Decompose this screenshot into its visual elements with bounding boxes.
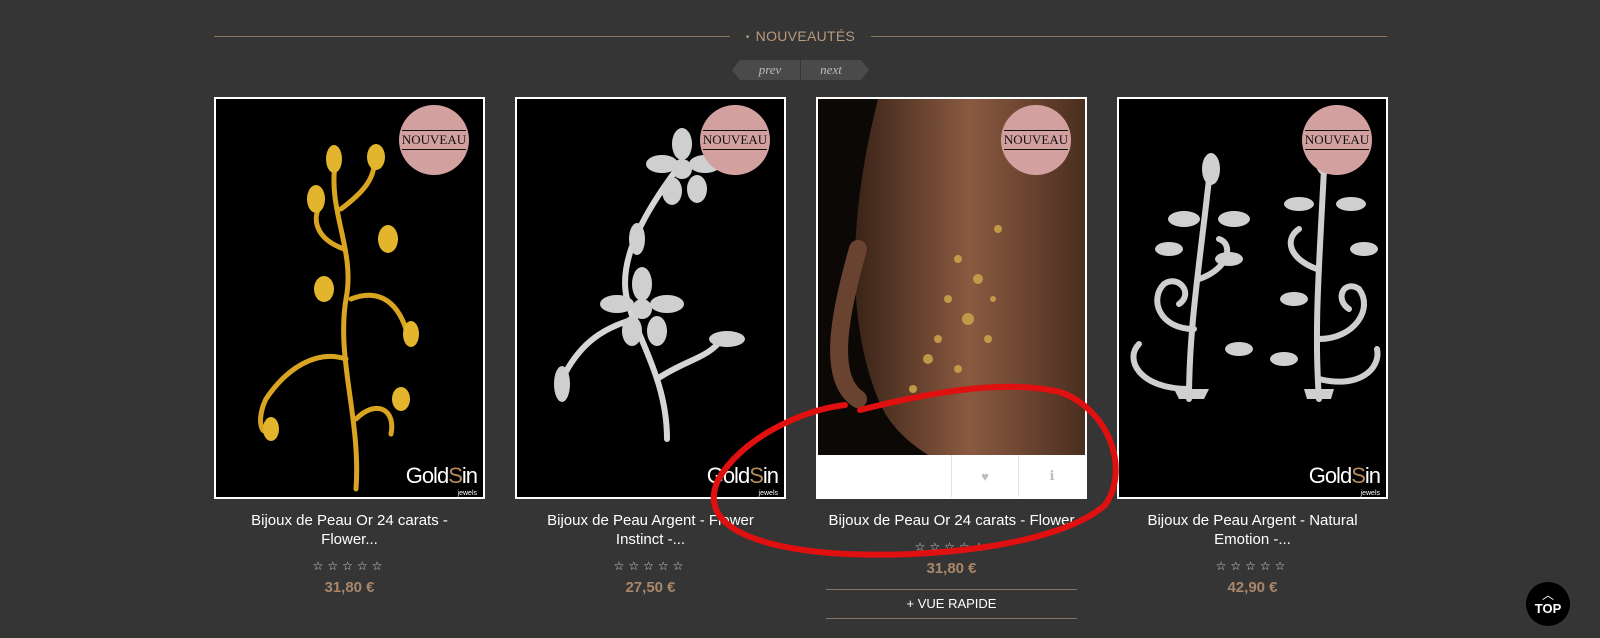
quick-view-button[interactable]: + VUE RAPIDE (826, 589, 1077, 619)
rating-stars: ☆☆☆☆☆ (1215, 559, 1290, 573)
new-badge: NOUVEAU (399, 105, 469, 175)
product-card: NOUVEAU GoldSin jewels Bijoux de Peau Or … (214, 97, 485, 596)
product-price: 31,80 € (324, 579, 375, 596)
product-action-bar: ♥ ℹ (818, 455, 1085, 497)
add-to-cart-area[interactable] (818, 455, 952, 497)
divider-right (871, 36, 1387, 37)
product-image[interactable]: NOUVEAU ♥ ℹ (816, 97, 1087, 499)
section-header: • NOUVEAUTÉS (214, 24, 1387, 54)
bullet-icon: • (745, 32, 750, 43)
product-name[interactable]: Bijoux de Peau Or 24 carats - Flower... (214, 511, 485, 549)
quick-view-label: VUE RAPIDE (917, 596, 997, 611)
product-price: 42,90 € (1227, 579, 1278, 596)
scroll-to-top-button[interactable]: ︿ TOP (1526, 582, 1570, 626)
next-button[interactable]: next (801, 60, 869, 80)
carousel-pager: prev next (732, 60, 869, 80)
top-label: TOP (1534, 601, 1562, 616)
chevron-up-icon: ︿ (1541, 588, 1554, 602)
section-title-text: NOUVEAUTÉS (755, 28, 856, 44)
product-card: NOUVEAU GoldSin jewels Bijoux de Peau Arg… (1117, 97, 1388, 596)
goldsin-logo: GoldSin jewels (1308, 463, 1381, 497)
heart-icon[interactable]: ♥ (952, 455, 1019, 497)
section-title: • NOUVEAUTÉS (740, 28, 861, 44)
product-card: NOUVEAU GoldSin jewels Bijoux de Peau Arg… (515, 97, 786, 596)
rating-stars: ☆☆☆☆☆ (312, 559, 387, 573)
product-image[interactable]: NOUVEAU GoldSin jewels (1117, 97, 1388, 499)
product-price: 27,50 € (625, 579, 676, 596)
rating-stars: ☆☆☆☆☆ (914, 540, 989, 554)
divider-left (214, 36, 730, 37)
product-name[interactable]: Bijoux de Peau Or 24 carats - Flower (816, 511, 1087, 530)
new-badge: NOUVEAU (1001, 105, 1071, 175)
product-price: 31,80 € (926, 560, 977, 577)
plus-icon: + (906, 596, 915, 611)
goldsin-logo: GoldSin jewels (405, 463, 478, 497)
info-icon[interactable]: ℹ (1019, 455, 1085, 497)
product-name[interactable]: Bijoux de Peau Argent - Flower Instinct … (515, 511, 786, 549)
product-name[interactable]: Bijoux de Peau Argent - Natural Emotion … (1117, 511, 1388, 549)
goldsin-logo: GoldSin jewels (706, 463, 779, 497)
prev-button[interactable]: prev (732, 60, 801, 80)
product-image[interactable]: NOUVEAU GoldSin jewels (214, 97, 485, 499)
new-badge: NOUVEAU (1302, 105, 1372, 175)
product-image[interactable]: NOUVEAU GoldSin jewels (515, 97, 786, 499)
rating-stars: ☆☆☆☆☆ (613, 559, 688, 573)
new-badge: NOUVEAU (700, 105, 770, 175)
product-card-hovered: NOUVEAU ♥ ℹ Bijoux de Peau Or 24 carats … (816, 97, 1087, 619)
